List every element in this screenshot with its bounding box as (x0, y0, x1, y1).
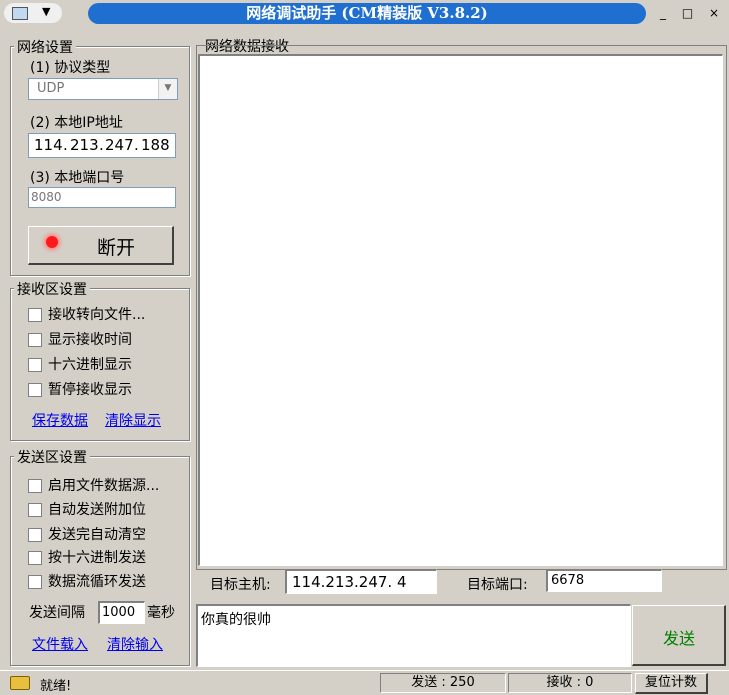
target-port-label: 目标端口: (467, 577, 528, 593)
network-app-icon (12, 7, 28, 20)
system-menu-button[interactable]: ▼ (4, 3, 62, 23)
receive-text-area[interactable] (198, 54, 723, 566)
ip-octet-2: 213 (70, 136, 99, 154)
clear-input-link[interactable]: 清除输入 (107, 634, 163, 654)
pause-receive-label: 暂停接收显示 (48, 382, 132, 398)
auto-clear-checkbox[interactable] (28, 528, 42, 542)
send-message-text: 你真的很帅 (201, 612, 271, 628)
protocol-select[interactable]: UDP ▼ (28, 78, 178, 100)
send-settings-legend: 发送区设置 (14, 447, 90, 467)
dropdown-arrow-icon[interactable]: ▼ (158, 79, 177, 99)
clear-display-link[interactable]: 清除显示 (105, 410, 161, 430)
send-interval-input[interactable]: 1000 (98, 601, 145, 624)
save-data-link[interactable]: 保存数据 (32, 410, 88, 430)
loop-send-label: 数据流循环发送 (48, 574, 146, 590)
target-port-input[interactable]: 6678 (546, 569, 662, 592)
ip-octet-4: 188 (141, 136, 170, 154)
file-source-label: 启用文件数据源... (48, 478, 160, 494)
send-message-input[interactable]: 你真的很帅 (196, 604, 631, 667)
hex-display-label: 十六进制显示 (48, 357, 132, 373)
ready-status-text: 就绪! (40, 679, 72, 694)
title-bar: ▼ 网络调试助手 (CM精装版 V3.8.2) _ □ × (0, 0, 729, 28)
window-controls[interactable]: _ □ × (660, 6, 728, 24)
network-settings-legend: 网络设置 (14, 37, 76, 57)
send-button[interactable]: 发送 (632, 605, 726, 666)
auto-append-checkbox[interactable] (28, 503, 42, 517)
receive-settings-legend: 接收区设置 (14, 279, 90, 299)
ready-status-icon (10, 676, 30, 690)
window-title: 网络调试助手 (CM精装版 V3.8.2) (88, 3, 646, 24)
status-bar: 就绪! 发送 : 250 接收 : 0 复位计数 (0, 670, 729, 695)
local-port-input[interactable]: 8080 (28, 187, 176, 208)
local-ip-label: (2) 本地IP地址 (30, 115, 123, 131)
target-host-label: 目标主机: (210, 577, 271, 593)
show-receive-time-label: 显示接收时间 (48, 332, 132, 348)
sent-count: 发送 : 250 (380, 673, 506, 693)
pause-receive-checkbox[interactable] (28, 383, 42, 397)
send-interval-unit: 毫秒 (147, 605, 175, 621)
connection-status-icon (46, 236, 58, 248)
hex-send-label: 按十六进制发送 (48, 550, 146, 566)
ip-octet-3: 247 (105, 136, 134, 154)
chevron-down-icon: ▼ (42, 5, 51, 18)
receive-to-file-label: 接收转向文件... (48, 307, 146, 323)
received-count: 接收 : 0 (508, 673, 632, 693)
send-button-label: 发送 (663, 629, 696, 648)
protocol-value: UDP (37, 81, 65, 96)
show-receive-time-checkbox[interactable] (28, 333, 42, 347)
reset-count-button[interactable]: 复位计数 (635, 673, 708, 694)
hex-display-checkbox[interactable] (28, 358, 42, 372)
load-file-link[interactable]: 文件载入 (32, 634, 88, 654)
hex-send-checkbox[interactable] (28, 551, 42, 565)
auto-append-label: 自动发送附加位 (48, 502, 146, 518)
file-source-checkbox[interactable] (28, 479, 42, 493)
ip-octet-1: 114 (34, 136, 63, 154)
auto-clear-label: 发送完自动清空 (48, 527, 146, 543)
receive-to-file-checkbox[interactable] (28, 308, 42, 322)
target-host-input[interactable]: 114.213.247. 4 (285, 569, 437, 594)
local-port-label: (3) 本地端口号 (30, 170, 125, 186)
protocol-label: (1) 协议类型 (30, 60, 111, 76)
loop-send-checkbox[interactable] (28, 575, 42, 589)
local-ip-field[interactable]: 114 . 213 . 247 . 188 (28, 133, 176, 158)
disconnect-label: 断开 (97, 237, 136, 259)
disconnect-button[interactable]: 断开 (28, 226, 174, 265)
send-interval-label: 发送间隔 (29, 605, 85, 621)
